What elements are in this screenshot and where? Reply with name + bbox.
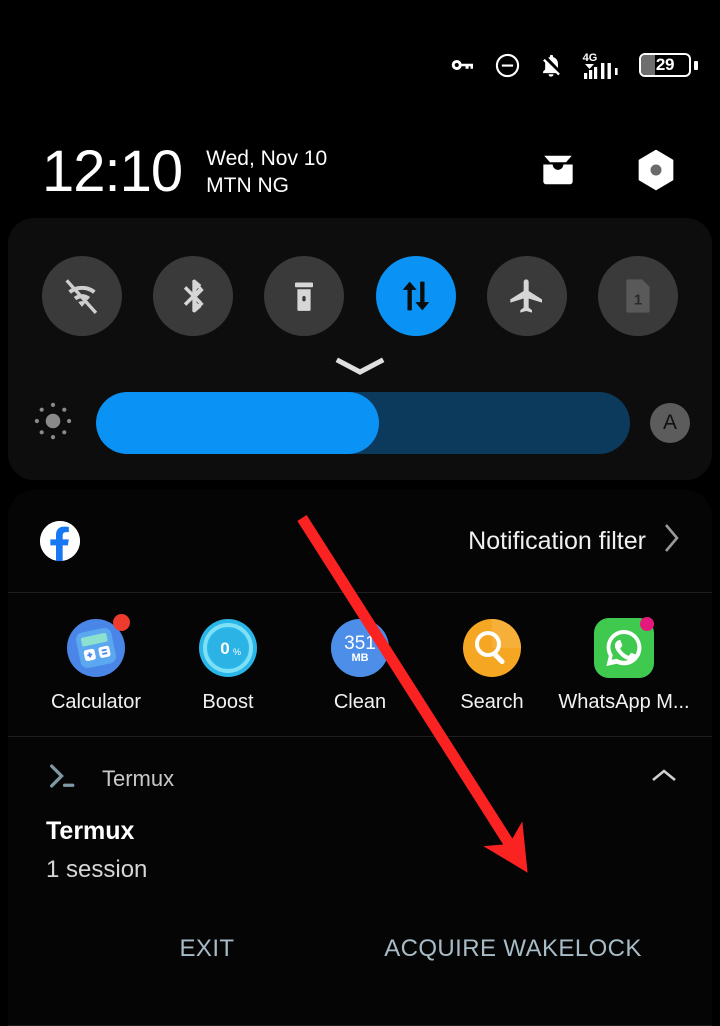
clean-icon: 351 MB (329, 617, 391, 679)
date-label: Wed, Nov 10 (206, 147, 328, 170)
notification-actions: EXIT ACQUIRE WAKELOCK (46, 925, 674, 973)
date-carrier-group: Wed, Nov 10 MTN NG (206, 148, 327, 196)
shade-header: 12:10 Wed, Nov 10 MTN NG (0, 128, 720, 216)
inbox-tray-icon[interactable] (536, 148, 580, 197)
notification-app-header[interactable]: Termux (8, 737, 712, 816)
toggle-wifi[interactable] (42, 256, 122, 336)
battery-body: 29 (639, 53, 691, 77)
svg-text:1: 1 (634, 291, 642, 308)
notification-text: 1 session (46, 856, 148, 884)
battery-nub (694, 60, 698, 70)
shortcut-clean[interactable]: 351 MB Clean (300, 617, 420, 714)
carrier-label: MTN NG (206, 174, 289, 197)
phone-screen: 4G 29 12:10 Wed, Nov 10 MTN NG 1 A Notif… (0, 0, 720, 1026)
battery-indicator: 29 (639, 53, 698, 77)
notification-filter-label: Notification filter (468, 526, 646, 555)
facebook-icon (40, 521, 80, 561)
notification-app-name: Termux (102, 765, 175, 791)
notification-filter-button[interactable]: Notification filter (468, 521, 682, 562)
signal-4g-icon: 4G (581, 50, 623, 80)
shortcut-search-label: Search (460, 691, 524, 713)
vpn-key-icon (448, 50, 478, 80)
shortcut-whatsapp-label: WhatsApp M... (558, 691, 690, 713)
calculator-badge (113, 614, 130, 631)
expand-quick-settings-button[interactable] (8, 356, 712, 378)
toggle-mobile-data[interactable] (375, 256, 456, 336)
brightness-slider-fill (96, 392, 380, 454)
quick-settings-toggles: 1 (8, 218, 712, 336)
brightness-row: A (8, 392, 712, 454)
auto-brightness-label: A (662, 411, 677, 434)
shortcut-search[interactable]: Search (432, 617, 552, 714)
shortcut-clean-label: Clean (333, 691, 387, 713)
status-bar-icons: 4G 29 (448, 48, 698, 82)
quick-settings-panel: 1 A (8, 218, 712, 480)
calculator-icon (65, 614, 130, 679)
search-icon (461, 617, 523, 679)
clock-label: 12:10 (42, 139, 183, 204)
toggle-airplane-mode[interactable] (486, 256, 567, 336)
notification-title: Termux (46, 817, 135, 845)
shortcut-boost[interactable]: 0 % Boost (168, 617, 288, 714)
toggle-sim-card[interactable]: 1 (597, 256, 678, 336)
svg-text:%: % (233, 647, 241, 657)
boost-icon: 0 % (197, 617, 259, 679)
svg-text:4G: 4G (583, 52, 598, 64)
exit-button[interactable]: EXIT (54, 925, 360, 973)
do-not-disturb-icon (494, 52, 521, 79)
shortcut-calculator[interactable]: Calculator (36, 614, 156, 714)
shortcut-boost-label: Boost (202, 691, 254, 713)
toggle-bluetooth[interactable] (153, 256, 234, 336)
toggle-flashlight[interactable] (264, 256, 345, 336)
notification-panel: Notification filter Calculator 0 % Boost… (8, 490, 712, 1026)
chevron-right-icon (662, 521, 682, 562)
chevron-up-icon[interactable] (648, 765, 680, 792)
svg-text:0: 0 (220, 639, 229, 658)
status-bar: 4G 29 (0, 0, 720, 130)
brightness-sun-icon (30, 398, 76, 449)
shortcut-calculator-label: Calculator (50, 691, 142, 713)
svg-text:351: 351 (344, 633, 376, 654)
notification-body: Termux 1 session EXIT ACQUIRE WAKELOCK (8, 816, 712, 973)
notifications-muted-icon (537, 51, 565, 79)
shortcut-whatsapp[interactable]: WhatsApp M... (558, 617, 690, 714)
settings-hexagon-icon[interactable] (636, 148, 676, 197)
auto-brightness-button[interactable]: A (650, 403, 690, 443)
svg-text:MB: MB (351, 652, 368, 664)
header-actions (536, 148, 720, 197)
acquire-wakelock-button[interactable]: ACQUIRE WAKELOCK (360, 925, 666, 973)
battery-percent-label: 29 (655, 55, 675, 74)
app-shortcuts-row: Calculator 0 % Boost 351 MB Clean Search… (8, 593, 712, 736)
terminal-prompt-icon (46, 759, 80, 798)
whatsapp-icon (593, 617, 655, 679)
brightness-slider[interactable] (96, 392, 630, 454)
notification-filter-row[interactable]: Notification filter (8, 490, 712, 592)
